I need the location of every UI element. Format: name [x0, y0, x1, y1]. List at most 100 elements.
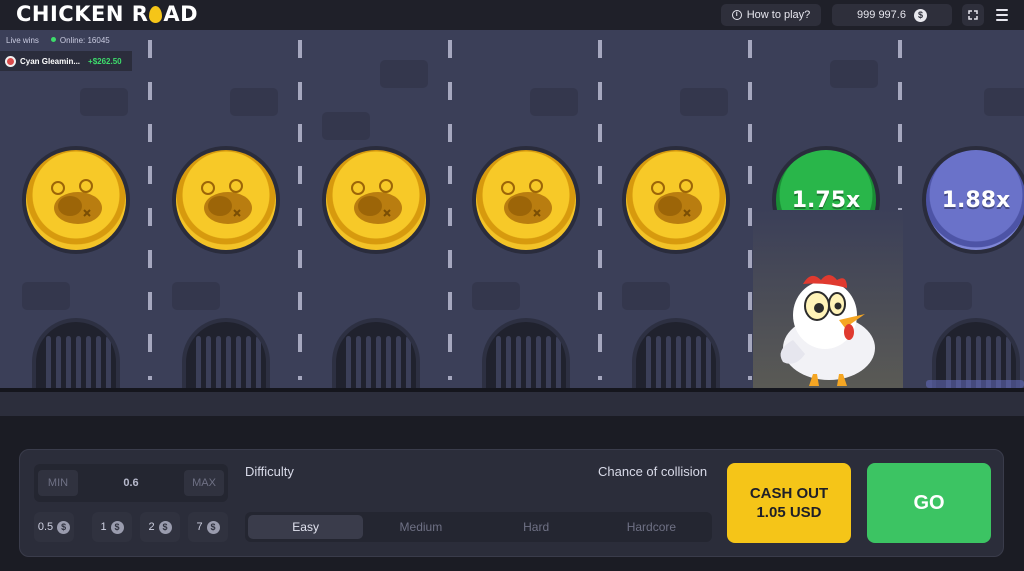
- sewer-grate: [482, 318, 570, 388]
- win-amount: +$262.50: [88, 56, 122, 66]
- sewer-grate: [32, 318, 120, 388]
- menu-button[interactable]: [994, 7, 1010, 23]
- roast-chicken-icon: [51, 179, 102, 224]
- menu-icon-line: [996, 19, 1008, 21]
- wall-brick: [22, 282, 70, 310]
- passed-lane-coin: [472, 146, 580, 254]
- min-bet-button[interactable]: MIN: [38, 470, 78, 496]
- chip-label: 7: [196, 521, 203, 533]
- fullscreen-button[interactable]: [962, 4, 984, 26]
- sewer-grate: [332, 318, 420, 388]
- cash-out-button[interactable]: CASH OUT 1.05 USD: [727, 463, 851, 543]
- grate-bar: [226, 336, 231, 388]
- game-logo: CHICKEN R AD: [16, 2, 198, 26]
- cash-out-label: CASH OUT: [749, 485, 829, 502]
- winner-name: Cyan Gleamin...: [20, 56, 81, 66]
- grate-bar: [706, 336, 711, 388]
- grate-bar: [546, 336, 551, 388]
- road-ground: [0, 388, 1024, 416]
- wall-brick: [80, 88, 128, 116]
- online-count: Online: 16045: [50, 36, 110, 45]
- balance-display: 999 997.6 $: [832, 4, 952, 26]
- roast-chicken-icon: [501, 179, 552, 224]
- grate-bar: [656, 336, 661, 388]
- grate-bar: [346, 336, 351, 388]
- bet-chip-0-5[interactable]: 0.5 $: [34, 512, 74, 542]
- passed-lane-coin: [622, 146, 730, 254]
- live-wins-title: Live wins: [6, 36, 39, 45]
- online-dot-icon: [50, 37, 56, 42]
- grate-bar: [536, 336, 541, 388]
- difficulty-hard[interactable]: Hard: [479, 515, 594, 539]
- grate-bar: [76, 336, 81, 388]
- chicken-road-game: CHICKEN R AD i How to play? 999 997.6 $ 1…: [0, 0, 1024, 571]
- dollar-coin-icon: $: [110, 520, 124, 534]
- how-to-play-button[interactable]: i How to play?: [721, 4, 821, 26]
- grate-bar: [376, 336, 381, 388]
- wall-brick: [322, 112, 370, 140]
- grate-bar: [96, 336, 101, 388]
- road-edge: [0, 388, 1024, 392]
- avatar: [5, 55, 16, 67]
- sewer-grate: [632, 318, 720, 388]
- lane-divider: [448, 40, 452, 380]
- grate-bar: [556, 336, 561, 388]
- lane-divider: [748, 40, 752, 380]
- grate-bar: [236, 336, 241, 388]
- grate-bar: [396, 336, 401, 388]
- balance-value: 999 997.6: [857, 9, 906, 21]
- dollar-coin-icon: $: [57, 520, 71, 534]
- lane-ledge: [926, 380, 1024, 388]
- passed-lane-coin: [322, 146, 430, 254]
- menu-icon-line: [996, 14, 1008, 16]
- grate-bar: [46, 336, 51, 388]
- grate-bar: [66, 336, 71, 388]
- wall-brick: [924, 282, 972, 310]
- bet-chip-7[interactable]: 7 $: [188, 512, 228, 542]
- top-bar: CHICKEN R AD i How to play? 999 997.6 $: [0, 0, 1024, 30]
- grate-bar: [86, 336, 91, 388]
- wall-brick: [380, 60, 428, 88]
- live-win-entry: Cyan Gleamin... +$262.50: [0, 51, 132, 71]
- dollar-coin-icon: $: [158, 520, 172, 534]
- egg-icon: [149, 6, 163, 23]
- grate-bar: [516, 336, 521, 388]
- logo-text-end: AD: [163, 2, 199, 26]
- difficulty-medium[interactable]: Medium: [363, 515, 478, 539]
- difficulty-label: Difficulty: [245, 464, 294, 479]
- grate-bar: [106, 336, 111, 388]
- bet-chip-2[interactable]: 2 $: [140, 512, 180, 542]
- wall-brick: [530, 88, 578, 116]
- grate-bar: [696, 336, 701, 388]
- sewer-grate: [932, 318, 1020, 388]
- logo-text-start: CHICKEN R: [16, 2, 149, 26]
- roast-chicken-icon: [351, 179, 402, 224]
- wall-brick: [830, 60, 878, 88]
- grate-bar: [666, 336, 671, 388]
- chip-label: 2: [148, 521, 155, 533]
- difficulty-easy[interactable]: Easy: [248, 515, 364, 539]
- cash-out-amount: 1.05 USD: [756, 504, 822, 521]
- difficulty-selector: Easy Medium Hard Hardcore: [245, 512, 712, 542]
- live-wins-panel: Live wins Online: 16045 Cyan Gleamin... …: [0, 32, 132, 74]
- grate-bar: [216, 336, 221, 388]
- info-icon: i: [731, 10, 742, 20]
- multiplier-coin: 1.88x: [922, 146, 1024, 254]
- bet-amount-input[interactable]: MIN 0.6 MAX: [34, 464, 228, 502]
- chicken-character: [780, 275, 875, 386]
- chip-label: 1: [100, 521, 107, 533]
- max-bet-button[interactable]: MAX: [184, 470, 224, 496]
- lane-divider: [298, 40, 302, 380]
- wall-brick: [172, 282, 220, 310]
- difficulty-hardcore[interactable]: Hardcore: [594, 515, 709, 539]
- bet-value[interactable]: 0.6: [94, 464, 168, 502]
- grate-bar: [676, 336, 681, 388]
- roast-chicken-icon: [201, 179, 252, 224]
- grate-bar: [56, 336, 61, 388]
- grate-bar: [246, 336, 251, 388]
- wall-brick: [472, 282, 520, 310]
- how-to-play-label: How to play?: [746, 9, 811, 21]
- go-button[interactable]: GO: [867, 463, 991, 543]
- bet-chip-1[interactable]: 1 $: [92, 512, 132, 542]
- grate-bar: [496, 336, 501, 388]
